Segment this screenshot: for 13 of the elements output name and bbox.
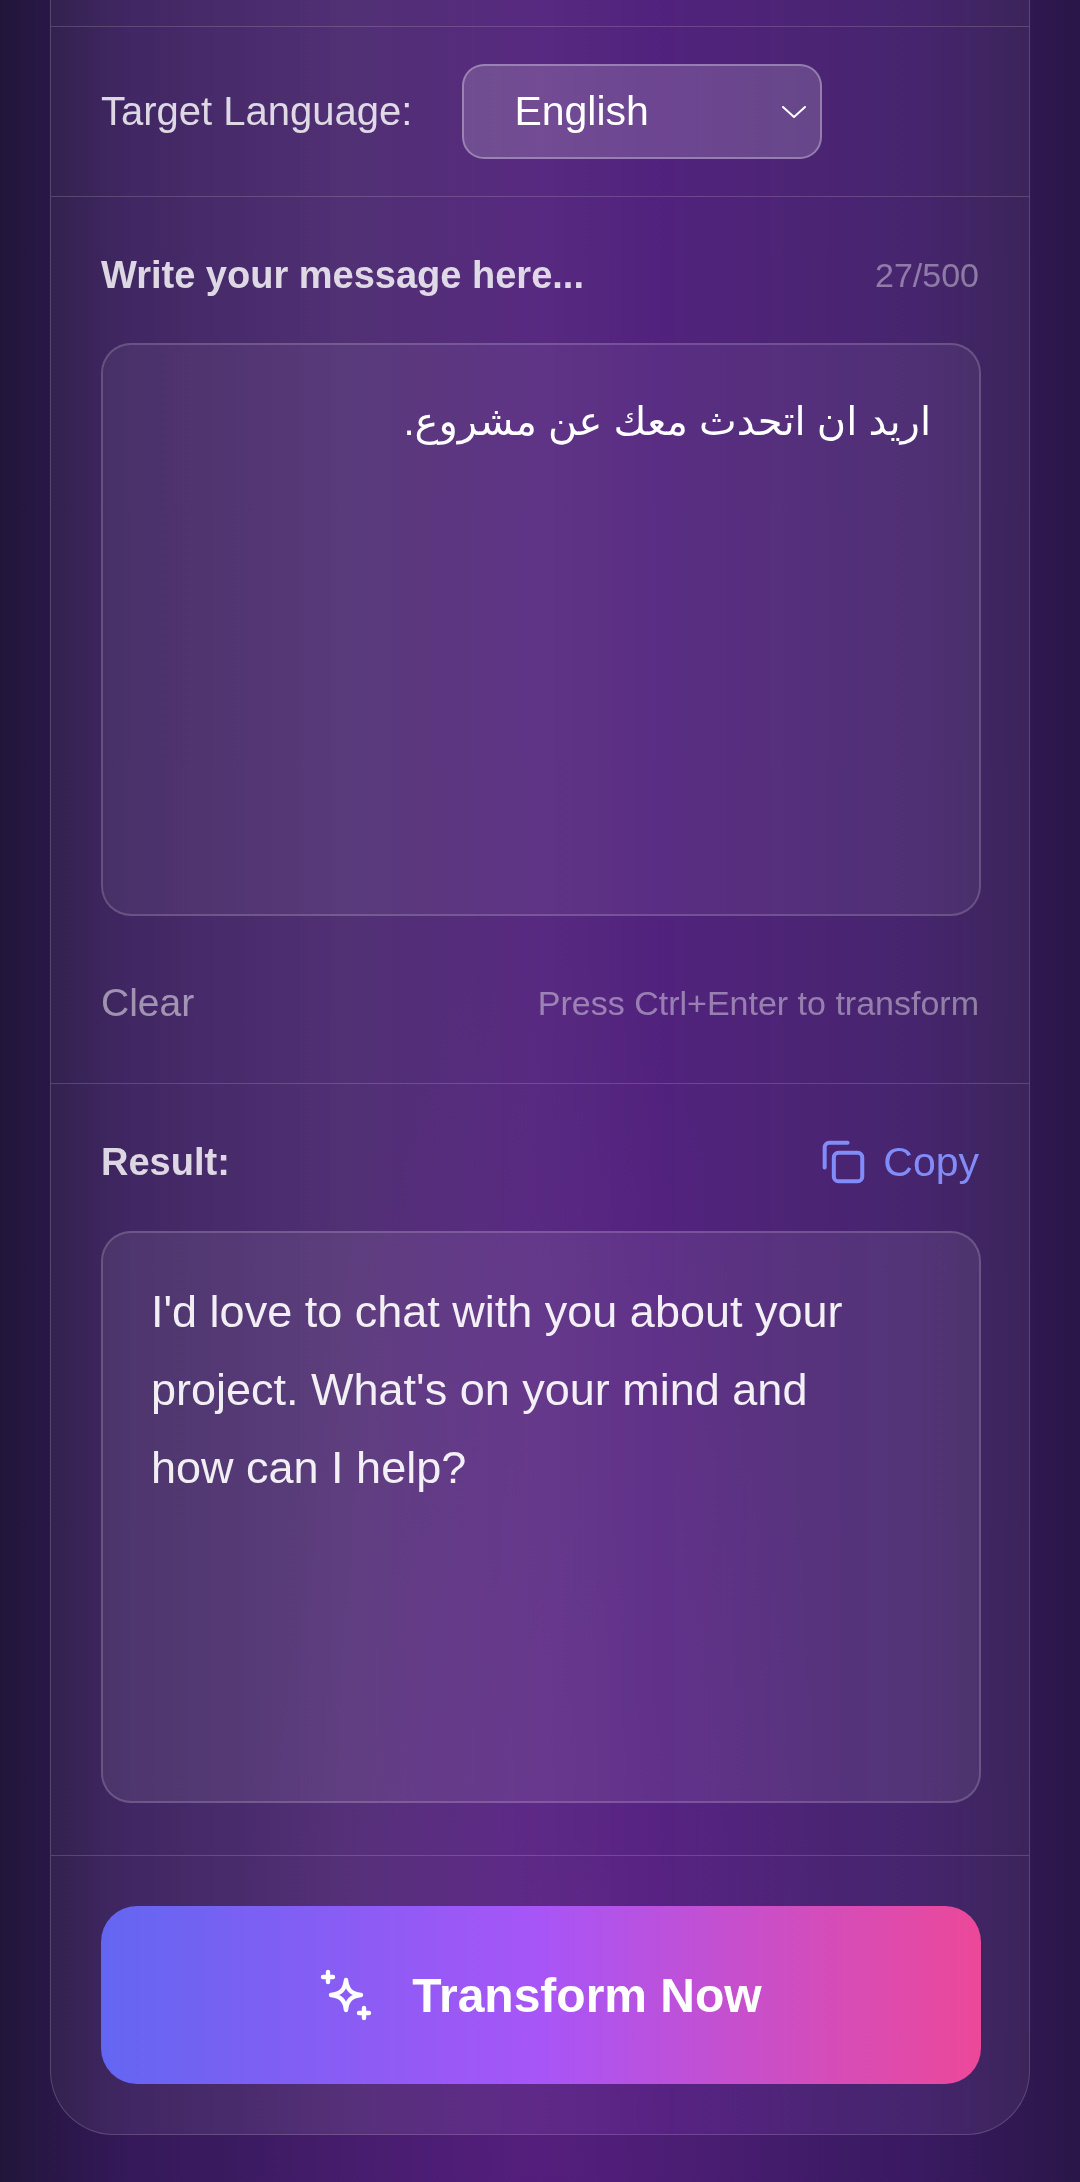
copy-button[interactable]: Copy xyxy=(821,1138,979,1186)
result-label: Result: xyxy=(101,1140,230,1185)
transform-button[interactable]: Transform Now xyxy=(101,1906,981,2084)
shortcut-hint: Press Ctrl+Enter to transform xyxy=(537,983,979,1023)
character-counter: 27/500 xyxy=(875,255,979,295)
clear-button[interactable]: Clear xyxy=(101,981,195,1025)
message-label: Write your message here... xyxy=(101,253,584,298)
language-select[interactable]: English xyxy=(462,64,823,159)
result-output: I'd love to chat with you about your project. What's on your mind and how can I help? xyxy=(101,1231,981,1803)
copy-icon xyxy=(821,1140,866,1184)
caret-icon xyxy=(782,105,807,118)
sparkle-icon xyxy=(320,1969,373,2021)
language-label: Target Language: xyxy=(101,89,413,134)
